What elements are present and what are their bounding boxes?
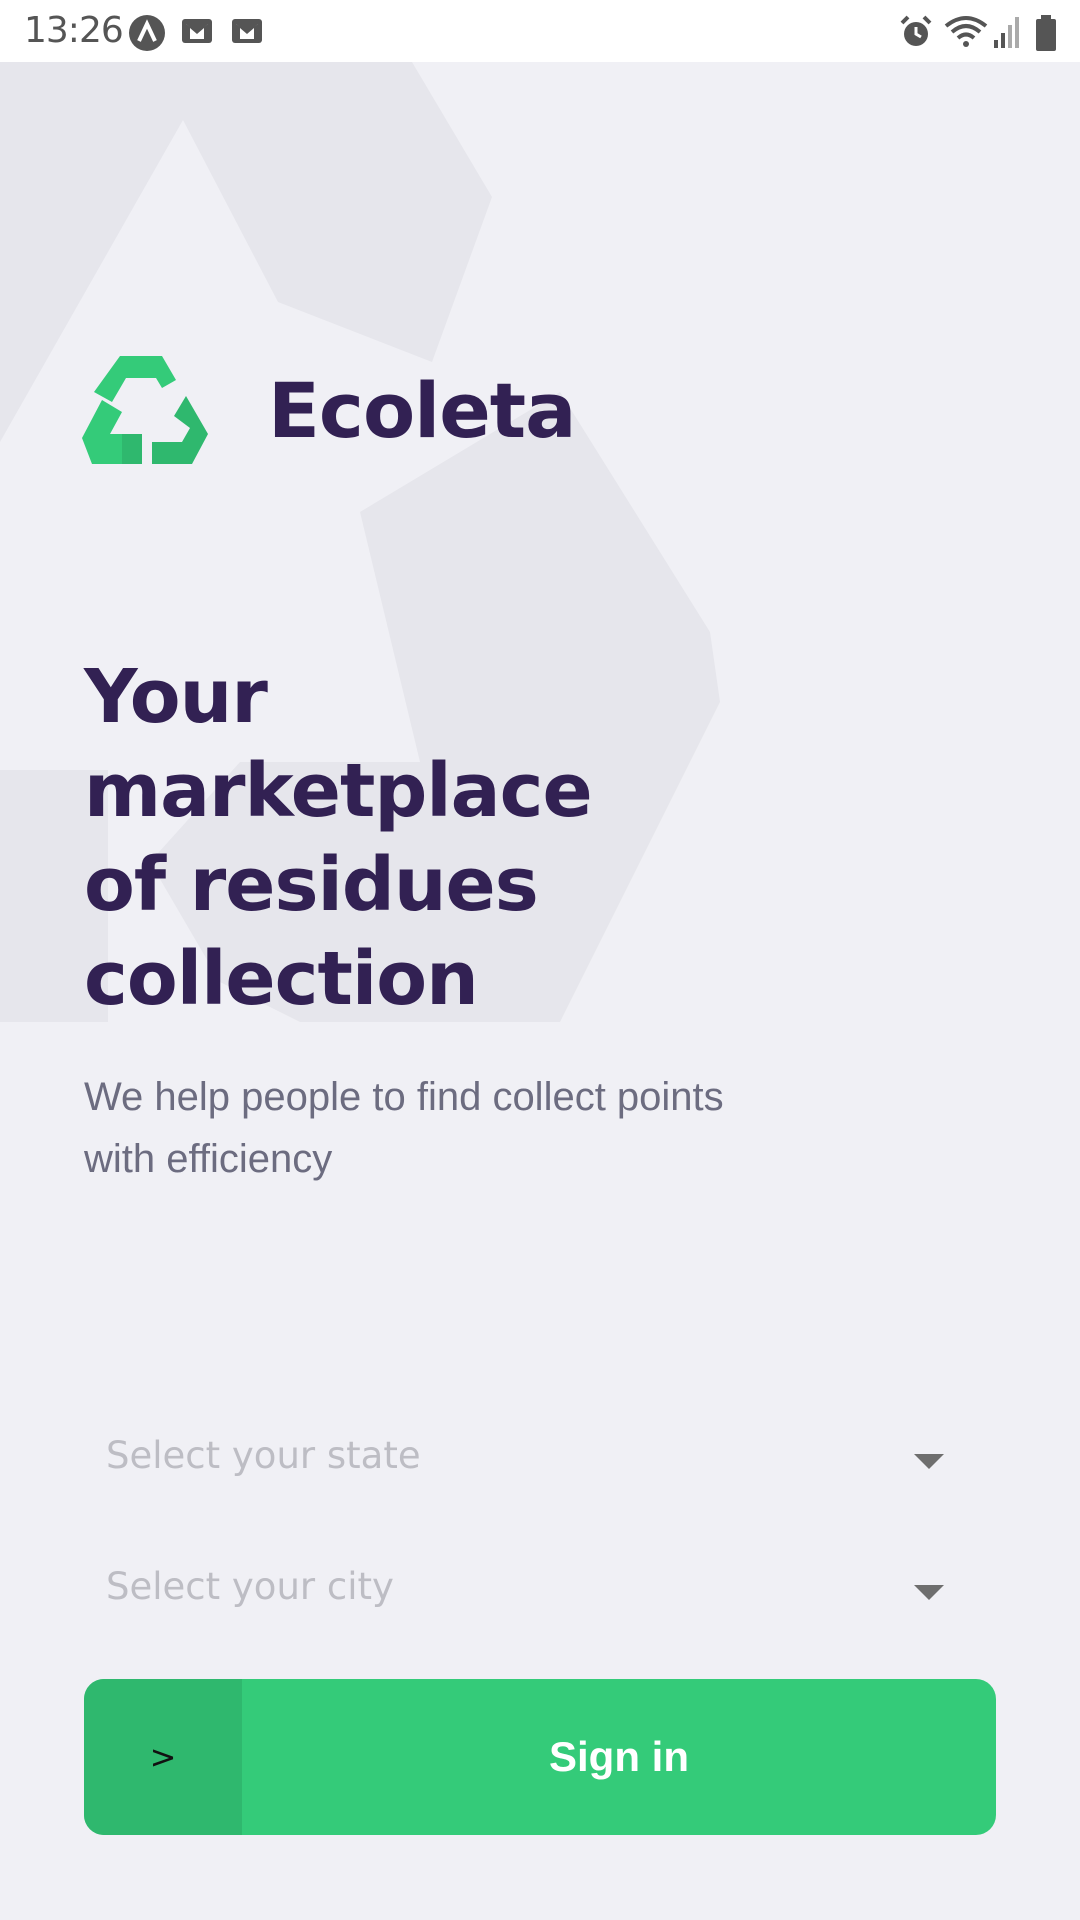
battery-icon xyxy=(1036,15,1056,51)
hero-title-line: of residues xyxy=(84,842,539,928)
gmail-icon xyxy=(232,19,262,43)
arrow-right-icon: > xyxy=(149,1738,177,1776)
sign-in-button[interactable]: > Sign in xyxy=(84,1679,996,1835)
hero-title-line: collection xyxy=(84,936,479,1022)
chevron-down-icon xyxy=(914,1454,944,1469)
hero-title-line: marketplace xyxy=(84,748,593,834)
gmail-icon xyxy=(182,19,212,43)
hero-description: We help people to find collect points wi… xyxy=(84,1075,724,1181)
status-bar: 13:26 xyxy=(0,0,1080,62)
state-select[interactable]: Select your state xyxy=(84,1412,954,1512)
signal-icon xyxy=(994,17,1019,48)
sign-in-icon-box: > xyxy=(84,1679,242,1835)
chevron-down-icon xyxy=(914,1585,944,1600)
hero-title-line: Your xyxy=(84,654,268,740)
state-select-placeholder: Select your state xyxy=(106,1434,421,1477)
status-time: 13:26 xyxy=(24,10,124,51)
alarm-icon xyxy=(900,15,932,46)
brand-name: Ecoleta xyxy=(268,366,576,455)
wifi-icon xyxy=(944,16,988,47)
app-notification-icon xyxy=(129,15,165,51)
hero-title: Your marketplace of residues collection xyxy=(84,650,684,1026)
city-select-placeholder: Select your city xyxy=(106,1565,394,1608)
recycle-icon xyxy=(82,356,208,464)
sign-in-label: Sign in xyxy=(549,1733,689,1780)
city-select[interactable]: Select your city xyxy=(84,1543,954,1643)
